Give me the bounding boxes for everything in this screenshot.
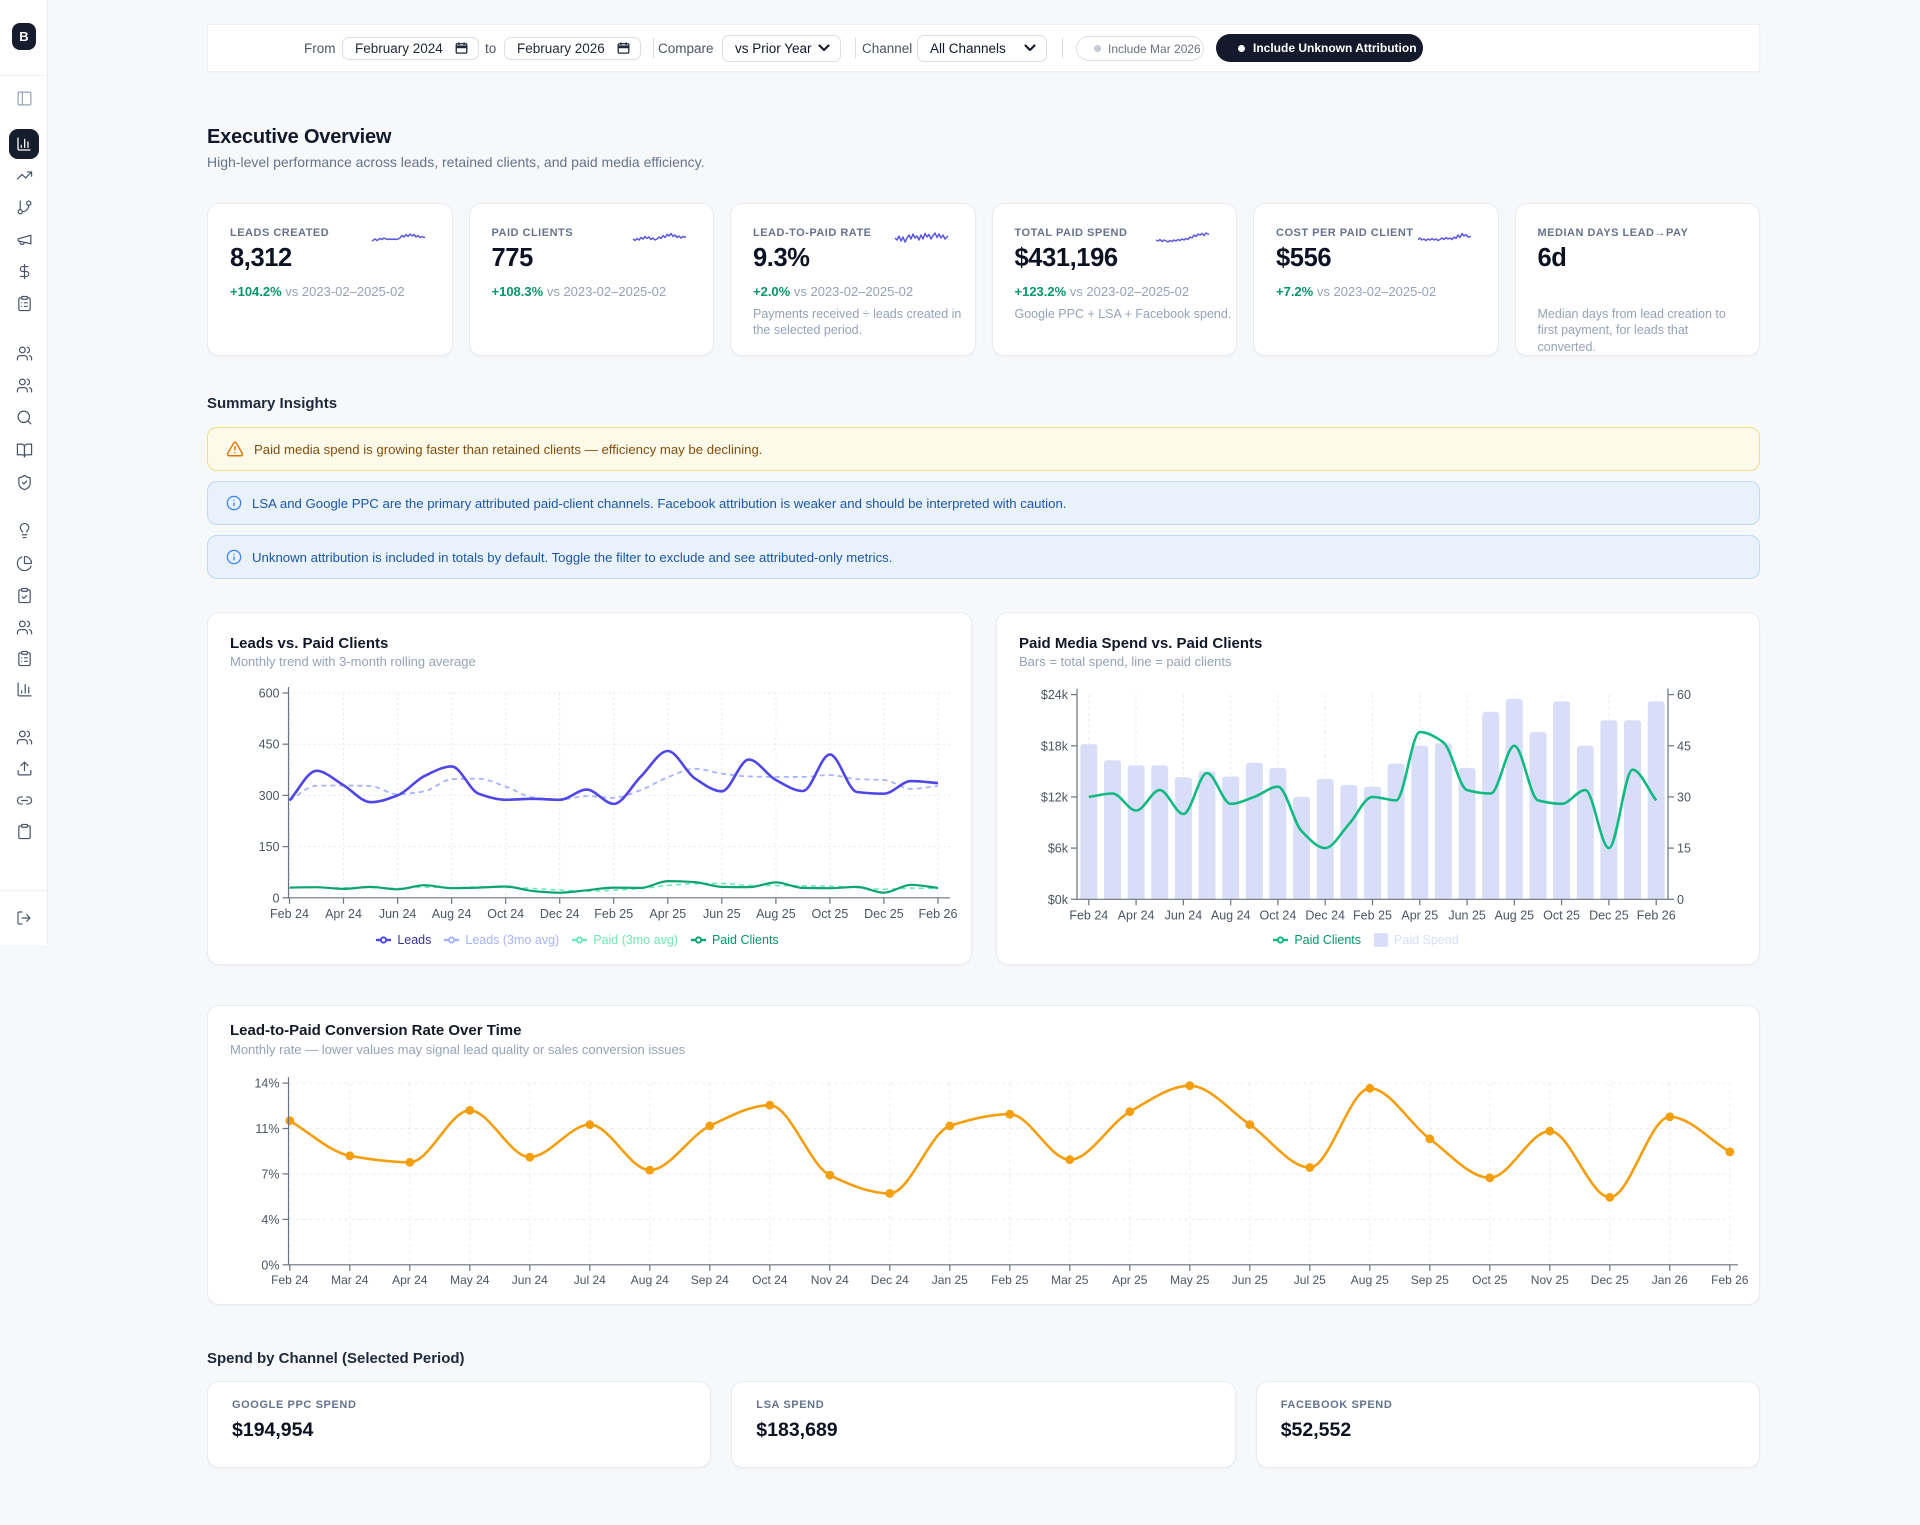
svg-text:Dec 25: Dec 25 (1589, 908, 1629, 922)
svg-text:Aug 25: Aug 25 (1494, 908, 1534, 922)
svg-text:150: 150 (259, 840, 280, 854)
svg-text:$0k: $0k (1048, 893, 1069, 907)
svg-text:30: 30 (1677, 790, 1691, 804)
svg-text:Oct 25: Oct 25 (811, 907, 848, 921)
svg-text:Dec 24: Dec 24 (540, 907, 580, 921)
svg-text:Nov 25: Nov 25 (1531, 1273, 1569, 1287)
svg-text:Mar 25: Mar 25 (1051, 1273, 1089, 1287)
svg-text:May 24: May 24 (450, 1273, 490, 1287)
svg-text:$6k: $6k (1048, 842, 1069, 856)
svg-text:Apr 24: Apr 24 (1118, 908, 1155, 922)
svg-text:300: 300 (259, 789, 280, 803)
svg-text:Dec 24: Dec 24 (1305, 908, 1345, 922)
svg-text:Oct 25: Oct 25 (1543, 908, 1580, 922)
svg-text:Dec 25: Dec 25 (1591, 1273, 1629, 1287)
svg-text:$12k: $12k (1041, 790, 1069, 804)
svg-text:Oct 25: Oct 25 (1472, 1273, 1508, 1287)
svg-text:Oct 24: Oct 24 (1259, 908, 1296, 922)
svg-text:Aug 24: Aug 24 (1211, 908, 1251, 922)
svg-text:600: 600 (259, 687, 280, 701)
svg-text:Aug 25: Aug 25 (756, 907, 796, 921)
svg-text:Jul 25: Jul 25 (1294, 1273, 1326, 1287)
svg-text:Jul 24: Jul 24 (574, 1273, 606, 1287)
svg-text:Aug 24: Aug 24 (432, 907, 472, 921)
svg-text:Aug 24: Aug 24 (631, 1273, 669, 1287)
svg-text:Apr 25: Apr 25 (649, 907, 686, 921)
svg-text:14%: 14% (254, 1077, 279, 1091)
svg-text:Nov 24: Nov 24 (811, 1273, 849, 1287)
svg-text:Jun 25: Jun 25 (1448, 908, 1486, 922)
svg-text:45: 45 (1677, 739, 1691, 753)
svg-text:Dec 24: Dec 24 (871, 1273, 909, 1287)
svg-text:Apr 24: Apr 24 (325, 907, 362, 921)
svg-text:60: 60 (1677, 688, 1691, 702)
svg-text:Jan 26: Jan 26 (1652, 1273, 1688, 1287)
svg-text:Feb 25: Feb 25 (1353, 908, 1392, 922)
svg-text:Jun 25: Jun 25 (1232, 1273, 1268, 1287)
svg-text:11%: 11% (255, 1122, 279, 1136)
svg-text:7%: 7% (261, 1167, 279, 1181)
svg-text:Jun 25: Jun 25 (703, 907, 741, 921)
svg-text:$18k: $18k (1041, 739, 1069, 753)
svg-text:Oct 24: Oct 24 (752, 1273, 788, 1287)
svg-text:0: 0 (1677, 893, 1684, 907)
svg-text:Jun 24: Jun 24 (512, 1273, 548, 1287)
svg-text:Apr 24: Apr 24 (392, 1273, 428, 1287)
svg-text:$24k: $24k (1041, 688, 1069, 702)
svg-text:450: 450 (259, 738, 280, 752)
svg-text:Feb 24: Feb 24 (270, 907, 309, 921)
svg-text:Apr 25: Apr 25 (1401, 908, 1438, 922)
svg-text:May 25: May 25 (1170, 1273, 1210, 1287)
svg-text:Sep 24: Sep 24 (691, 1273, 729, 1287)
svg-text:Feb 24: Feb 24 (1069, 908, 1108, 922)
svg-text:Dec 25: Dec 25 (864, 907, 904, 921)
svg-text:Feb 25: Feb 25 (594, 907, 633, 921)
svg-text:Feb 24: Feb 24 (271, 1273, 309, 1287)
svg-text:Jun 24: Jun 24 (379, 907, 417, 921)
svg-text:Mar 24: Mar 24 (331, 1273, 369, 1287)
svg-text:Oct 24: Oct 24 (487, 907, 524, 921)
svg-text:Jan 25: Jan 25 (932, 1273, 968, 1287)
svg-text:Jun 24: Jun 24 (1165, 908, 1203, 922)
svg-text:0: 0 (273, 891, 280, 905)
svg-text:Apr 25: Apr 25 (1112, 1273, 1148, 1287)
svg-text:Feb 26: Feb 26 (1711, 1273, 1749, 1287)
svg-text:Aug 25: Aug 25 (1351, 1273, 1389, 1287)
svg-text:Feb 25: Feb 25 (991, 1273, 1029, 1287)
svg-text:Feb 26: Feb 26 (1637, 908, 1676, 922)
svg-text:15: 15 (1677, 842, 1691, 856)
svg-text:4%: 4% (261, 1213, 279, 1227)
svg-text:0%: 0% (261, 1258, 279, 1272)
svg-text:Feb 26: Feb 26 (919, 907, 958, 921)
svg-text:Sep 25: Sep 25 (1411, 1273, 1449, 1287)
